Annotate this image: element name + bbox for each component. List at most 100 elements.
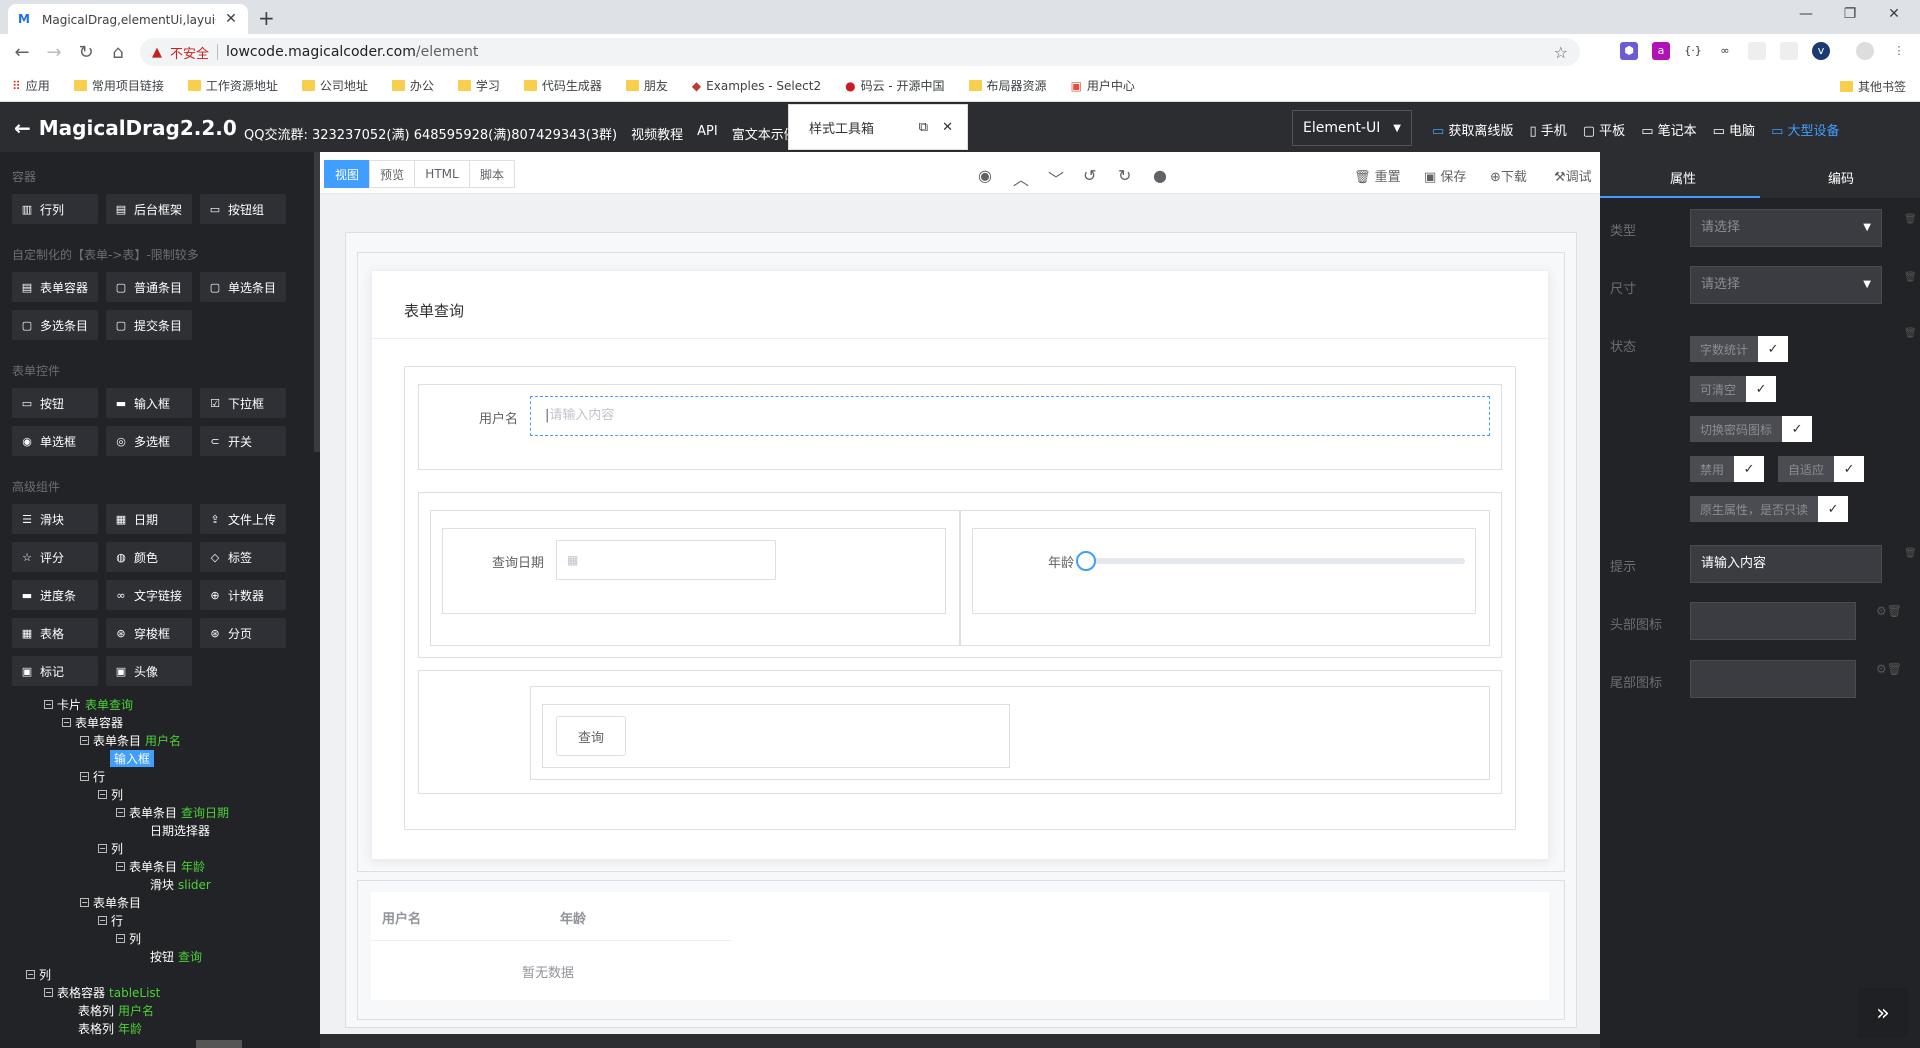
device-desktop[interactable]: ▭ 电脑 [1713, 120, 1755, 139]
component-normal-item[interactable]: ▢ 普通条目 [106, 272, 192, 302]
tree-node[interactable]: − 表单容器 [62, 714, 123, 731]
menu-icon[interactable]: ⋮ [1890, 42, 1908, 60]
tree-node[interactable]: − 卡片 表单查询 [44, 696, 133, 713]
bookmark-select2[interactable]: ◆ Examples - Select2 [692, 79, 821, 93]
vpn-extension-icon[interactable]: v [1812, 42, 1830, 60]
reset-button[interactable]: 🗑︎ 重置 [1354, 166, 1401, 185]
tab-preview[interactable]: 预览 [369, 160, 415, 188]
tab-html[interactable]: HTML [414, 160, 470, 188]
save-button[interactable]: ▣ 保存 [1424, 166, 1466, 185]
device-laptop[interactable]: ▭ 笔记本 [1641, 120, 1696, 139]
tree-node[interactable]: 表格列 年龄 [78, 1020, 142, 1037]
type-select[interactable]: 请选择 ▼ [1690, 209, 1882, 247]
component-admin-frame[interactable]: ▤ 后台框架 [106, 194, 192, 224]
bookmark-folder[interactable]: 工作资源地址 [187, 77, 278, 94]
tree-node[interactable]: 滑块 slider [150, 876, 211, 893]
bookmark-folder[interactable]: 办公 [391, 77, 434, 94]
move-up-icon[interactable]: ︿ [1013, 166, 1029, 190]
json-extension-icon[interactable]: {·} [1684, 42, 1702, 60]
bookmark-gitee[interactable]: ● 码云 - 开源中国 [845, 77, 944, 94]
tab-code[interactable]: 编码 [1828, 168, 1854, 187]
component-submit-item[interactable]: ▢ 提交条目 [106, 310, 192, 340]
expand-panel-button[interactable]: » [1858, 988, 1908, 1038]
tree-node[interactable]: − 表单条目 查询日期 [116, 804, 229, 821]
component-button[interactable]: ▭ 按钮 [12, 388, 98, 418]
component-button-group[interactable]: ▭ 按钮组 [200, 194, 286, 224]
tree-node[interactable]: − 列 [98, 786, 123, 803]
gear-icon[interactable]: ⚙︎🗑︎ [1876, 662, 1902, 676]
component-radio-item[interactable]: ▢ 单选条目 [200, 272, 286, 302]
extension-icon[interactable] [1748, 42, 1766, 60]
component-switch[interactable]: ⊂ 开关 [200, 426, 286, 456]
component-input[interactable]: ▬ 输入框 [106, 388, 192, 418]
restore-icon[interactable]: ❐ [1830, 6, 1870, 22]
bookmark-folder[interactable]: 学习 [457, 77, 500, 94]
component-rate[interactable]: ☆ 评分 [12, 542, 98, 572]
bookmark-user-center[interactable]: ▣ 用户中心 [1071, 77, 1135, 94]
profile-avatar[interactable] [1856, 42, 1874, 60]
query-button[interactable]: 查询 [556, 716, 626, 756]
component-text-link[interactable]: ∞ 文字链接 [106, 580, 192, 610]
record-icon[interactable]: ● [1153, 166, 1167, 185]
bookmark-folder[interactable]: 公司地址 [301, 77, 368, 94]
url-field[interactable]: ▲ 不安全 lowcode.magicalcoder.com/element ☆ [140, 38, 1580, 66]
tail-icon-input[interactable] [1690, 660, 1856, 698]
delete-icon[interactable]: 🗑︎ [1904, 548, 1917, 559]
tree-node[interactable]: − 行 [80, 768, 105, 785]
device-large[interactable]: ▭ 大型设备 [1771, 120, 1839, 139]
bookmark-folder[interactable]: 布局器资源 [968, 77, 1047, 94]
extension-icon[interactable]: ⬢ [1620, 42, 1638, 60]
tree-node[interactable]: − 列 [26, 966, 51, 983]
forward-icon[interactable]: → [40, 42, 68, 63]
component-tag[interactable]: ◇ 标签 [200, 542, 286, 572]
tree-node[interactable]: − 表单条目 年龄 [116, 858, 205, 875]
bottom-scrollbar[interactable] [320, 1034, 1600, 1048]
component-radio[interactable]: ◉ 单选框 [12, 426, 98, 456]
component-color[interactable]: ◍ 颜色 [106, 542, 192, 572]
component-slider[interactable]: ☰ 滑块 [12, 504, 98, 534]
offline-link[interactable]: ▭ 获取离线版 [1432, 120, 1513, 139]
select-icon[interactable]: ◉ [978, 166, 992, 185]
tree-node[interactable]: − 行 [98, 912, 123, 929]
redo-icon[interactable]: ↻ [1118, 166, 1131, 185]
component-row-col[interactable]: ▥ 行列 [12, 194, 98, 224]
back-icon[interactable]: ← [8, 42, 36, 63]
table-header-age[interactable]: 年龄 [560, 908, 586, 927]
api-link[interactable]: API [697, 124, 718, 143]
chip-word-count[interactable]: 字数统计 ✓ [1690, 336, 1789, 362]
bookmark-folder[interactable]: 代码生成器 [523, 77, 602, 94]
bookmark-star-icon[interactable]: ☆ [1554, 43, 1568, 62]
component-pagination[interactable]: ⊛ 分页 [200, 618, 286, 648]
hint-input[interactable]: 请输入内容 [1690, 545, 1882, 583]
device-tablet[interactable]: ▢ 平板 [1583, 120, 1625, 139]
component-transfer[interactable]: ⊛ 穿梭框 [106, 618, 192, 648]
chip-clearable[interactable]: 可清空 ✓ [1690, 376, 1777, 402]
home-icon[interactable]: ⌂ [104, 42, 132, 63]
device-phone[interactable]: ▯ 手机 [1529, 120, 1566, 139]
download-button[interactable]: ⊕下载 [1490, 166, 1527, 185]
tab-properties[interactable]: 属性 [1670, 168, 1696, 187]
undo-icon[interactable]: ↺ [1083, 166, 1096, 185]
tree-node[interactable]: − 表单条目 [80, 894, 141, 911]
reload-icon[interactable]: ↻ [72, 42, 100, 63]
component-progress[interactable]: ▬ 进度条 [12, 580, 98, 610]
component-checkbox-item[interactable]: ▢ 多选条目 [12, 310, 98, 340]
chip-readonly[interactable]: 原生属性，是否只读 ✓ [1690, 496, 1849, 522]
chip-autosize[interactable]: 自适应 ✓ [1778, 456, 1865, 482]
minimize-icon[interactable]: — [1786, 6, 1826, 22]
new-tab-button[interactable]: + [258, 6, 275, 30]
rich-text-link[interactable]: 富文本示例 [732, 124, 797, 143]
tree-node[interactable]: 按钮 查询 [150, 948, 202, 965]
tree-node[interactable]: − 表格容器 tableList [44, 984, 160, 1001]
tree-node-selected[interactable]: 输入框 [110, 750, 155, 767]
chip-disabled[interactable]: 禁用 ✓ [1690, 456, 1765, 482]
tree-node[interactable]: 日期选择器 [150, 822, 210, 839]
age-slider-handle[interactable] [1076, 551, 1096, 571]
component-avatar[interactable]: ▣ 头像 [106, 656, 192, 686]
component-upload[interactable]: ⇪ 文件上传 [200, 504, 286, 534]
delete-icon[interactable]: 🗑︎ [1904, 272, 1917, 283]
table-header-username[interactable]: 用户名 [382, 908, 421, 927]
component-date[interactable]: ▦ 日期 [106, 504, 192, 534]
component-form-container[interactable]: ▤ 表单容器 [12, 272, 98, 302]
delete-icon[interactable]: 🗑︎ [1904, 214, 1917, 225]
